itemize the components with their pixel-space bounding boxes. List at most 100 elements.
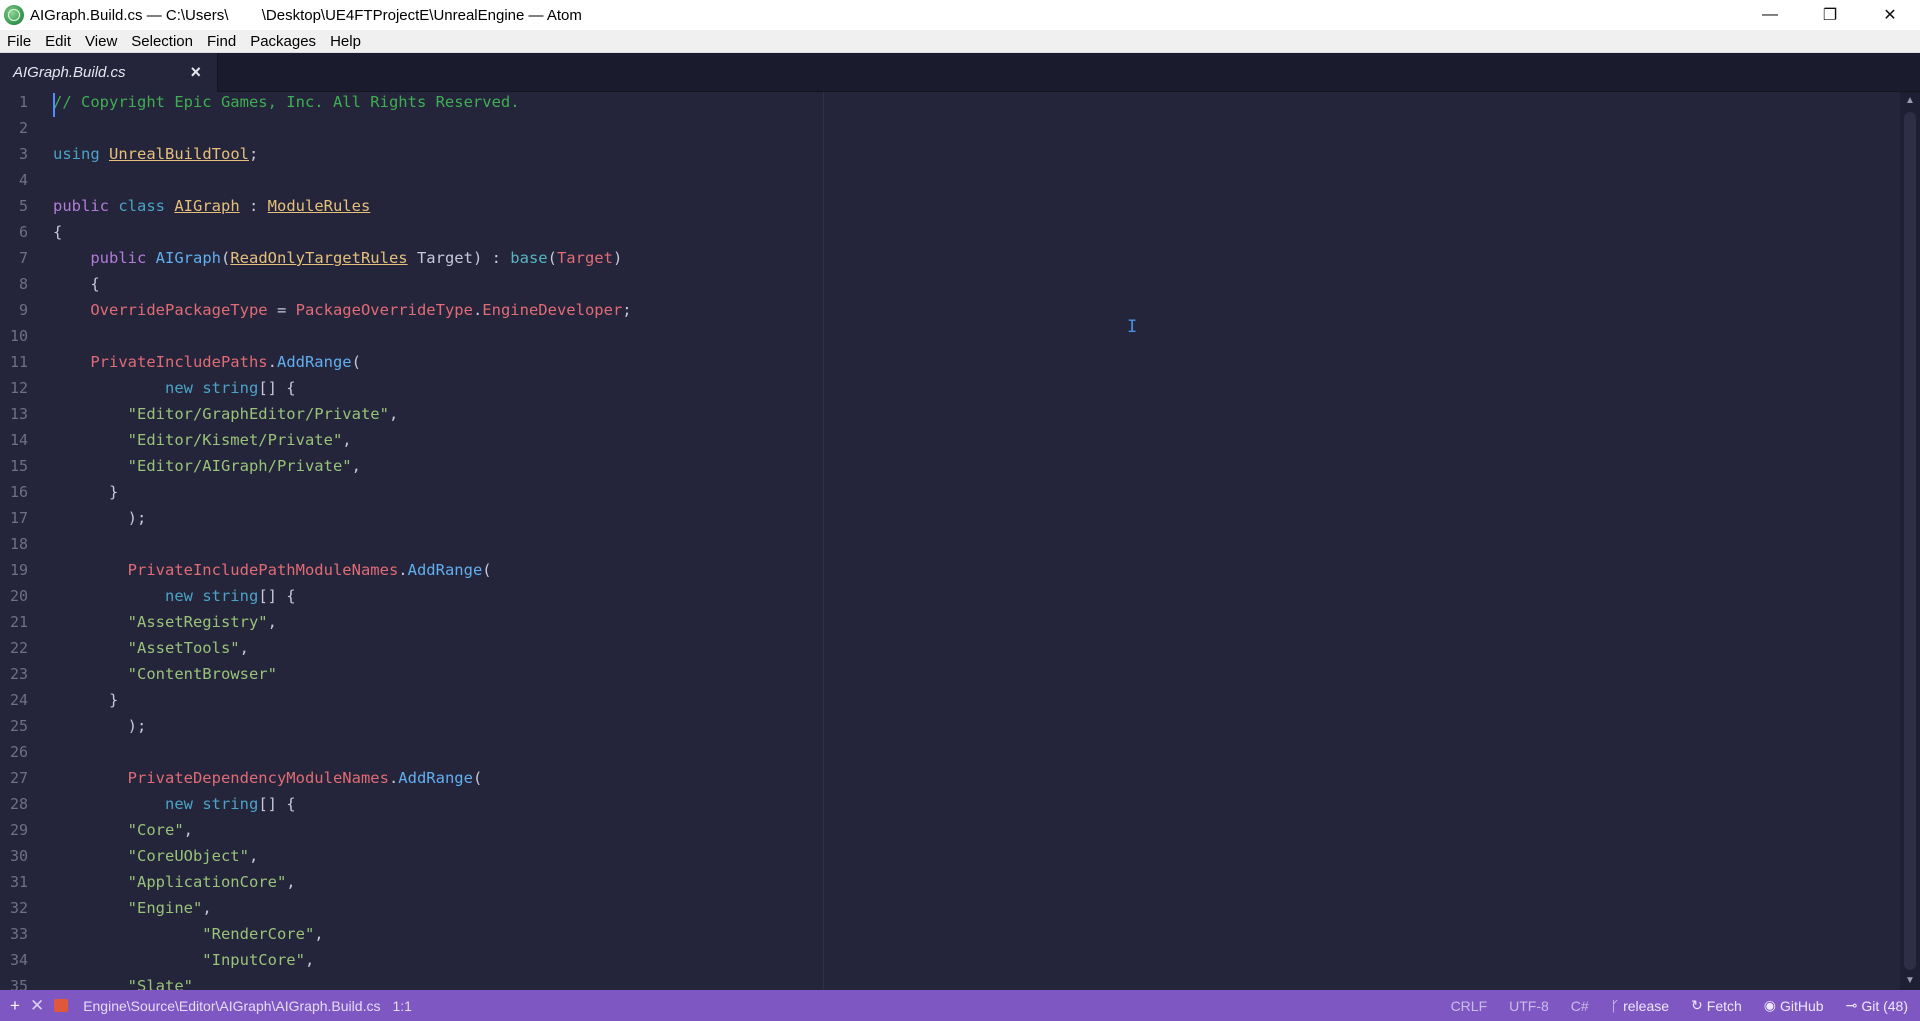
code-line[interactable]: new string[] { xyxy=(53,583,296,609)
status-bar: + ✕ Engine\Source\Editor\AIGraph\AIGraph… xyxy=(0,990,1920,1021)
code-line[interactable]: "Editor/Kismet/Private", xyxy=(53,427,352,453)
line-number: 1 xyxy=(18,93,28,111)
menu-packages[interactable]: Packages xyxy=(243,30,323,53)
code-token: { xyxy=(53,275,100,293)
code-line[interactable]: "AssetTools", xyxy=(53,635,249,661)
code-line[interactable]: } xyxy=(53,479,118,505)
line-number: 5 xyxy=(18,197,28,215)
code-line[interactable]: { xyxy=(53,219,62,245)
code-line[interactable]: "InputCore", xyxy=(53,947,314,973)
code-token: "Editor/Kismet/Private" xyxy=(53,431,343,449)
line-number: 11 xyxy=(9,353,28,371)
code-token: , xyxy=(342,431,352,449)
code-token: { xyxy=(53,223,63,241)
maximize-button[interactable]: ❐ xyxy=(1800,0,1860,30)
code-token: AddRange xyxy=(398,769,473,787)
menu-file[interactable]: File xyxy=(0,30,38,53)
code-line[interactable]: OverridePackageType = PackageOverrideTyp… xyxy=(53,297,631,323)
code-token: ModuleRules xyxy=(267,197,371,215)
github-button[interactable]: ◉ GitHub xyxy=(1764,997,1824,1014)
code-line[interactable]: "ApplicationCore", xyxy=(53,869,296,895)
add-project-icon[interactable]: + xyxy=(10,996,20,1016)
code-token: ( xyxy=(547,249,557,267)
code-line[interactable]: "ContentBrowser" xyxy=(53,661,277,687)
atom-logo-icon xyxy=(4,5,24,25)
git-label: Git (48) xyxy=(1861,997,1908,1014)
sync-icon: ↻ xyxy=(1691,997,1703,1013)
fetch-label: Fetch xyxy=(1706,997,1742,1014)
menu-edit[interactable]: Edit xyxy=(38,30,78,53)
tab-close-icon[interactable]: × xyxy=(190,62,201,83)
code-line[interactable]: "Engine", xyxy=(53,895,212,921)
code-token: new xyxy=(53,587,203,605)
code-token: "ContentBrowser" xyxy=(53,665,277,683)
code-line[interactable]: using UnrealBuildTool; xyxy=(53,141,258,167)
tab-aigraph-build[interactable]: AIGraph.Build.cs × xyxy=(0,53,218,92)
code-area[interactable]: // Copyright Epic Games, Inc. All Rights… xyxy=(53,92,1893,990)
code-editor[interactable]: 1 2 3 4 5 6 7 8 9 10 11 12 13 14 15 16 17 18 19 20 21 22 23 24 2… xyxy=(0,92,1920,990)
code-token: = xyxy=(267,301,296,319)
code-token: string xyxy=(202,379,259,397)
window-title: AIGraph.Build.cs — C:\Users\ \Desktop\UE… xyxy=(30,6,582,24)
code-token: } xyxy=(53,691,119,709)
file-path[interactable]: Engine\Source\Editor\AIGraph\AIGraph.Bui… xyxy=(83,998,380,1014)
code-line[interactable]: new string[] { xyxy=(53,791,296,817)
code-line[interactable]: PrivateIncludePathModuleNames.AddRange( xyxy=(53,557,492,583)
code-token: // Copyright Epic Games, Inc. All Rights… xyxy=(53,93,520,111)
code-token: . xyxy=(267,353,277,371)
close-icon[interactable]: ✕ xyxy=(30,996,44,1016)
code-token: PrivateDependencyModuleNames xyxy=(53,769,389,787)
code-line[interactable]: PrivateIncludePaths.AddRange( xyxy=(53,349,361,375)
close-window-button[interactable]: ✕ xyxy=(1860,0,1920,30)
code-token: "Core" xyxy=(53,821,184,839)
text-cursor xyxy=(53,93,55,117)
line-number: 22 xyxy=(9,639,28,657)
code-token: , xyxy=(183,821,193,839)
line-number: 23 xyxy=(9,665,28,683)
code-token: AIGraph xyxy=(155,249,221,267)
menu-help[interactable]: Help xyxy=(323,30,368,53)
vertical-scrollbar[interactable]: ▲ ▼ xyxy=(1900,92,1920,990)
git-branch-icon: ᚴ xyxy=(1610,997,1620,1014)
line-number: 2 xyxy=(18,119,28,137)
menu-selection[interactable]: Selection xyxy=(124,30,200,53)
code-line[interactable]: public class AIGraph : ModuleRules xyxy=(53,193,370,219)
code-line[interactable]: "Editor/AIGraph/Private", xyxy=(53,453,361,479)
code-line[interactable]: "CoreUObject", xyxy=(53,843,259,869)
code-line[interactable]: new string[] { xyxy=(53,375,296,401)
code-line[interactable]: } xyxy=(53,687,118,713)
code-line[interactable]: "AssetRegistry", xyxy=(53,609,277,635)
git-button[interactable]: ⊸ Git (48) xyxy=(1846,997,1908,1014)
code-line[interactable]: "RenderCore", xyxy=(53,921,323,947)
scroll-down-icon[interactable]: ▼ xyxy=(1900,972,1920,990)
code-token: ); xyxy=(53,717,147,735)
cursor-position[interactable]: 1:1 xyxy=(392,998,411,1014)
code-token: , xyxy=(286,873,296,891)
line-ending-selector[interactable]: CRLF xyxy=(1451,998,1488,1014)
encoding-selector[interactable]: UTF-8 xyxy=(1509,998,1549,1014)
code-line[interactable]: ); xyxy=(53,505,147,531)
branch-button[interactable]: ᚴ release xyxy=(1611,998,1669,1014)
scroll-up-icon[interactable]: ▲ xyxy=(1900,92,1920,110)
code-line[interactable]: "Slate" xyxy=(53,973,193,990)
menu-view[interactable]: View xyxy=(78,30,124,53)
menu-find[interactable]: Find xyxy=(200,30,243,53)
github-icon: ◉ xyxy=(1763,997,1776,1013)
code-token: ( xyxy=(220,249,231,267)
line-number: 6 xyxy=(18,223,28,241)
scroll-thumb[interactable] xyxy=(1904,112,1916,970)
code-token: class xyxy=(118,197,175,215)
fetch-button[interactable]: ↻ Fetch xyxy=(1691,997,1742,1014)
code-line[interactable]: ); xyxy=(53,713,147,739)
code-line[interactable]: { xyxy=(53,271,100,297)
code-line[interactable]: public AIGraph(ReadOnlyTargetRules Targe… xyxy=(53,245,622,271)
minimize-button[interactable]: — xyxy=(1740,0,1800,30)
code-line[interactable]: "Editor/GraphEditor/Private", xyxy=(53,401,399,427)
code-token: AIGraph xyxy=(174,197,240,215)
grammar-selector[interactable]: C# xyxy=(1571,998,1589,1014)
code-line[interactable]: PrivateDependencyModuleNames.AddRange( xyxy=(53,765,483,791)
code-line[interactable]: "Core", xyxy=(53,817,193,843)
linter-flag-icon[interactable] xyxy=(54,999,69,1012)
code-token: "Editor/AIGraph/Private" xyxy=(53,457,352,475)
code-line[interactable]: // Copyright Epic Games, Inc. All Rights… xyxy=(53,92,520,115)
